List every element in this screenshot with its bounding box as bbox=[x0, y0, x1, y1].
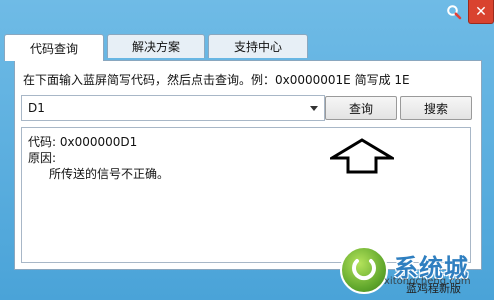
tab-strip: 代码查询 解决方案 支持中心 bbox=[4, 34, 311, 61]
tab-code-query[interactable]: 代码查询 bbox=[4, 34, 104, 61]
tab-label: 代码查询 bbox=[29, 41, 78, 56]
search-button-label: 搜索 bbox=[423, 101, 448, 116]
close-icon[interactable]: ✕ bbox=[468, 0, 494, 24]
query-button-label: 查询 bbox=[348, 101, 373, 116]
up-arrow-icon bbox=[326, 138, 398, 174]
result-reason-text: 所传送的信号不正确。 bbox=[49, 167, 170, 181]
logo-check-glyph bbox=[352, 259, 376, 281]
code-input-value: D1 bbox=[28, 101, 45, 115]
tab-label: 支持中心 bbox=[233, 40, 282, 54]
result-code-line: 代码: 0x000000D1 bbox=[28, 135, 138, 149]
tab-solution[interactable]: 解决方案 bbox=[107, 34, 205, 58]
code-combobox[interactable]: D1 bbox=[21, 95, 325, 121]
search-button[interactable]: 搜索 bbox=[400, 96, 472, 120]
dropdown-arrow-icon[interactable] bbox=[310, 106, 318, 111]
magnifier-glyph bbox=[447, 5, 462, 20]
search-icon[interactable] bbox=[440, 0, 468, 24]
result-reason-label: 原因: bbox=[28, 151, 57, 165]
query-button[interactable]: 查询 bbox=[325, 96, 397, 120]
tab-support-center[interactable]: 支持中心 bbox=[208, 34, 308, 58]
watermark-logo-icon bbox=[340, 246, 388, 294]
tab-label: 解决方案 bbox=[131, 40, 180, 54]
instruction-text: 在下面输入蓝屏简写代码，然后点击查询。例：0x0000001E 简写成 1E bbox=[23, 73, 410, 87]
app-window: ✕ 代码查询 解决方案 支持中心 在下面输入蓝屏简写代码，然后点击查询。例：0x… bbox=[0, 0, 494, 300]
result-textbox[interactable]: 代码: 0x000000D1 原因: 所传送的信号不正确。 bbox=[21, 127, 471, 263]
titlebar: ✕ bbox=[0, 0, 494, 28]
watermark-subtitle: 蓝鸡程新版 bbox=[406, 282, 461, 295]
close-glyph: ✕ bbox=[475, 3, 487, 20]
up-arrow-shape bbox=[326, 138, 398, 174]
code-query-panel: 在下面输入蓝屏简写代码，然后点击查询。例：0x0000001E 简写成 1E D… bbox=[14, 60, 482, 270]
